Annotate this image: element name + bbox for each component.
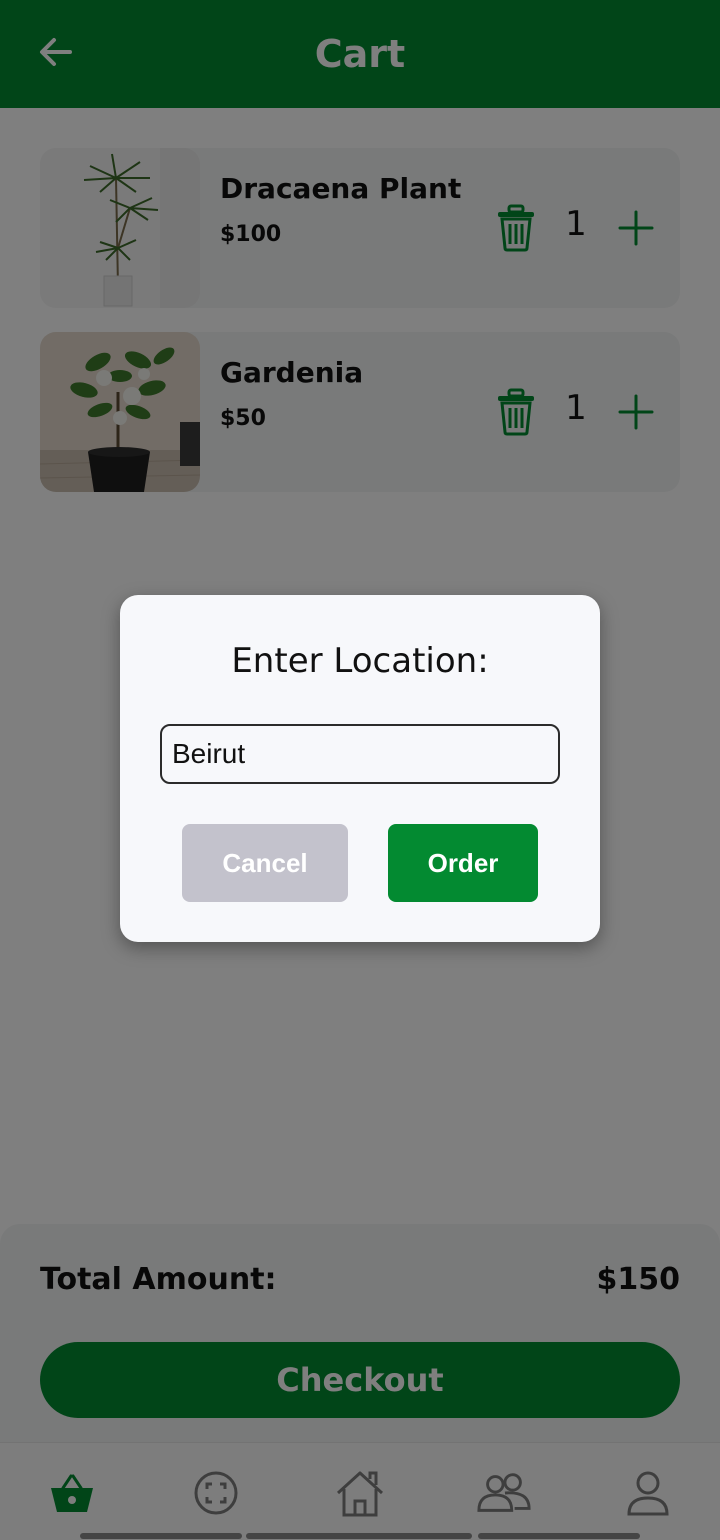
location-dialog: Enter Location: Cancel Order bbox=[120, 595, 600, 942]
order-button[interactable]: Order bbox=[388, 824, 538, 902]
cancel-button[interactable]: Cancel bbox=[182, 824, 348, 902]
dialog-title: Enter Location: bbox=[231, 641, 489, 681]
location-input[interactable] bbox=[160, 724, 560, 784]
